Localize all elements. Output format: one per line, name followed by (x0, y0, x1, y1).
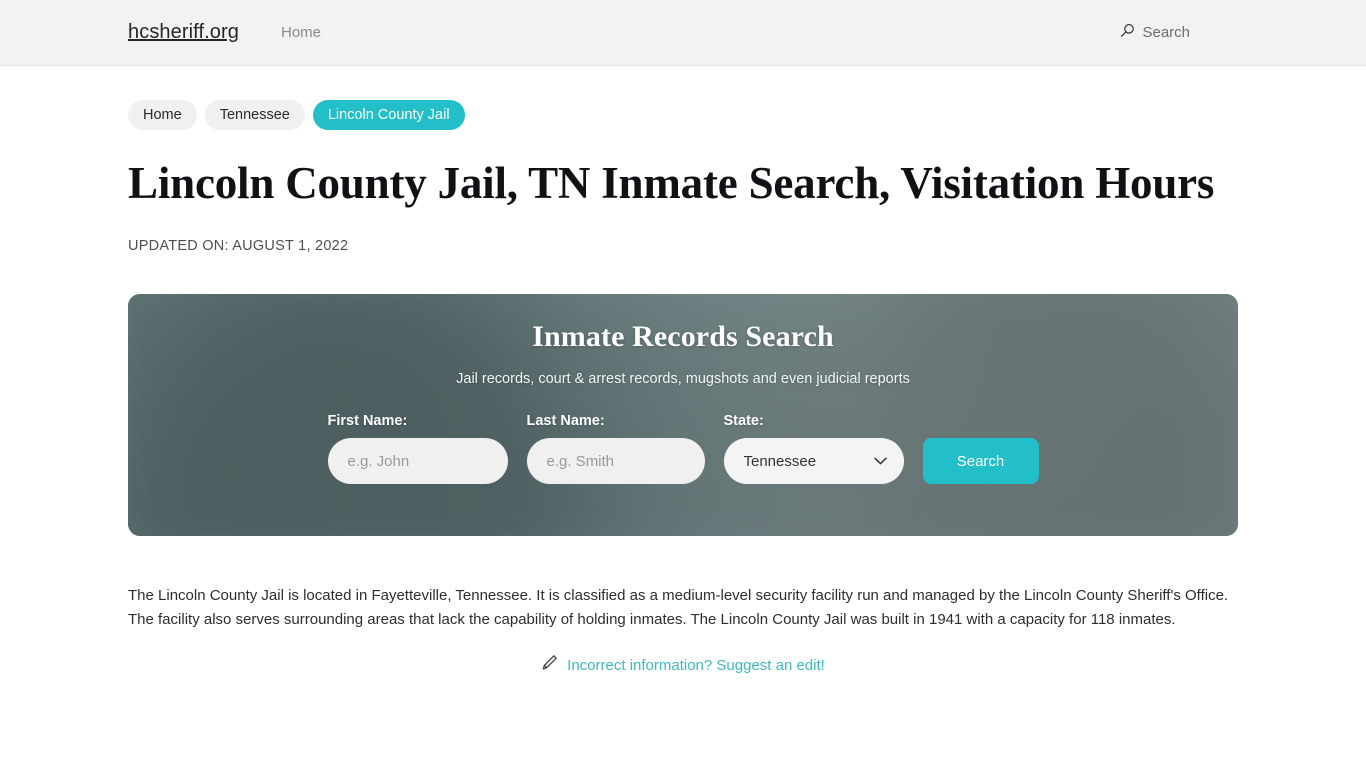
inmate-records-search-panel: Inmate Records Search Jail records, cour… (128, 294, 1238, 536)
last-name-input[interactable] (526, 438, 705, 484)
top-navigation-bar: hcsheriff.org Home Search (0, 0, 1366, 66)
suggest-edit-row: Incorrect information? Suggest an edit! (128, 654, 1238, 676)
header-search-label: Search (1142, 24, 1190, 41)
page-title: Lincoln County Jail, TN Inmate Search, V… (128, 158, 1215, 208)
last-name-field-group: Last Name: (526, 413, 705, 484)
search-icon (1120, 23, 1135, 43)
header-search-button[interactable]: Search (1120, 23, 1190, 43)
state-select[interactable]: Tennessee (723, 438, 904, 484)
suggest-edit-link[interactable]: Incorrect information? Suggest an edit! (567, 657, 825, 674)
site-brand-logo[interactable]: hcsheriff.org (128, 21, 239, 44)
search-submit-button[interactable]: Search (922, 438, 1039, 484)
nav-links: Home (281, 24, 321, 41)
breadcrumb-item-tennessee[interactable]: Tennessee (204, 100, 305, 130)
inmate-search-form: First Name: Last Name: State: Tennessee (327, 413, 1039, 484)
panel-title: Inmate Records Search (532, 320, 834, 353)
state-label: State: (723, 413, 764, 429)
breadcrumb: Home Tennessee Lincoln County Jail (128, 66, 1238, 130)
panel-subtitle: Jail records, court & arrest records, mu… (456, 371, 910, 387)
breadcrumb-item-lincoln-county-jail[interactable]: Lincoln County Jail (312, 100, 465, 130)
panel-content: Inmate Records Search Jail records, cour… (128, 294, 1238, 536)
first-name-input[interactable] (327, 438, 508, 484)
first-name-label: First Name: (327, 413, 408, 429)
pencil-icon (541, 654, 558, 676)
state-select-wrapper: Tennessee (723, 438, 904, 484)
state-field-group: State: Tennessee (723, 413, 904, 484)
breadcrumb-item-home[interactable]: Home (128, 100, 197, 130)
facility-description: The Lincoln County Jail is located in Fa… (128, 587, 1229, 628)
updated-on-label: UPDATED ON: AUGUST 1, 2022 (128, 238, 349, 254)
first-name-field-group: First Name: (327, 413, 508, 484)
last-name-label: Last Name: (526, 413, 605, 429)
page-container: Home Tennessee Lincoln County Jail Linco… (0, 66, 1366, 676)
nav-link-home[interactable]: Home (281, 24, 321, 41)
